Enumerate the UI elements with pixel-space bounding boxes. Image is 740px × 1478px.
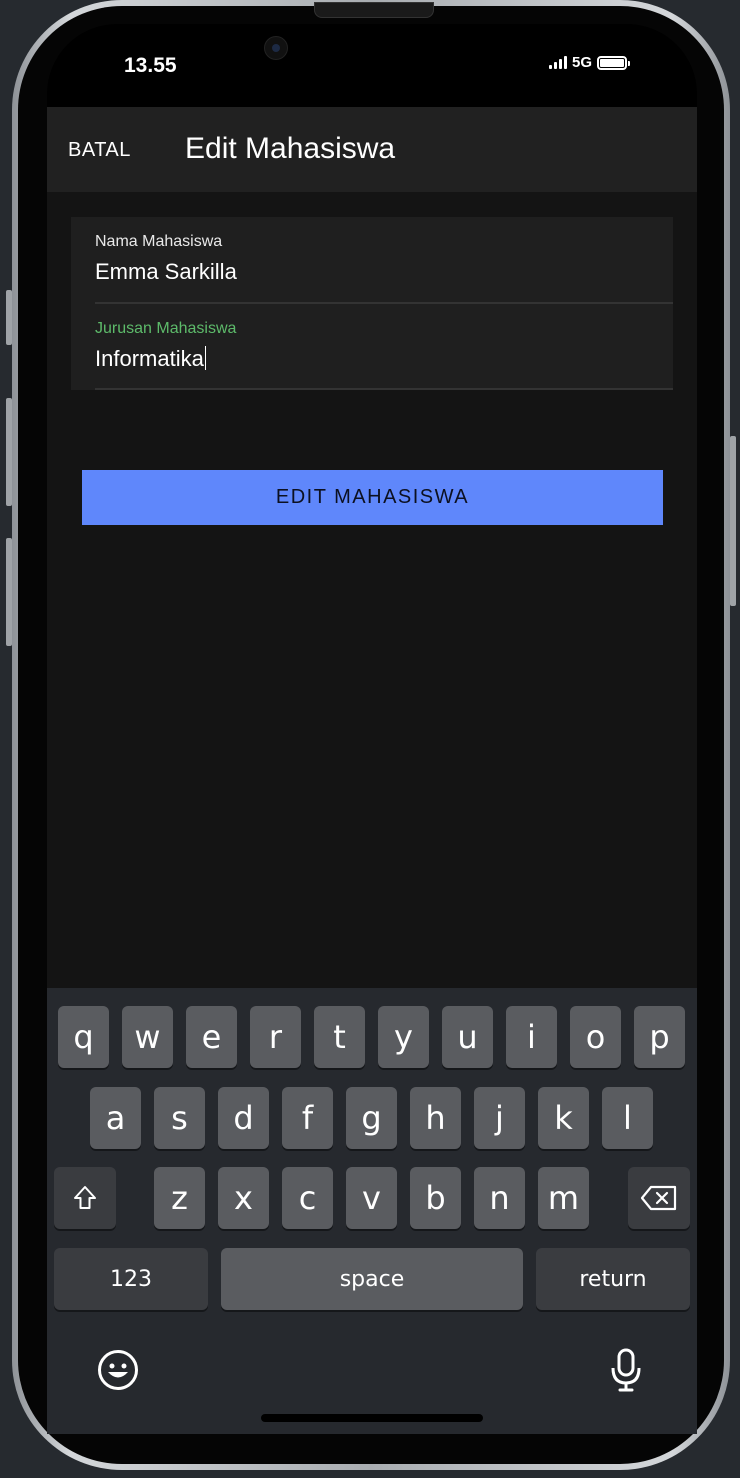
battery-icon <box>597 55 631 70</box>
key-f[interactable]: f <box>282 1087 333 1149</box>
volume-up-button <box>6 398 12 506</box>
front-camera <box>264 36 288 60</box>
major-field-input[interactable]: Informatika <box>95 346 673 372</box>
signal-icon <box>549 56 567 69</box>
key-s[interactable]: s <box>154 1087 205 1149</box>
home-indicator[interactable] <box>261 1414 483 1422</box>
key-a[interactable]: a <box>90 1087 141 1149</box>
key-m[interactable]: m <box>538 1167 589 1229</box>
network-type: 5G <box>572 54 593 71</box>
microphone-icon <box>611 1348 641 1392</box>
page-title: Edit Mahasiswa <box>185 132 396 165</box>
major-field-value: Informatika <box>95 346 204 371</box>
key-v[interactable]: v <box>346 1167 397 1229</box>
edit-mahasiswa-button[interactable]: EDIT MAHASISWA <box>82 470 663 525</box>
app-screen: BATAL Edit Mahasiswa Nama Mahasiswa Emma… <box>47 107 697 988</box>
name-field[interactable]: Nama Mahasiswa Emma Sarkilla <box>95 233 673 285</box>
cancel-button[interactable]: BATAL <box>68 139 131 162</box>
key-y[interactable]: y <box>378 1006 429 1068</box>
key-l[interactable]: l <box>602 1087 653 1149</box>
key-t[interactable]: t <box>314 1006 365 1068</box>
shift-icon <box>74 1186 96 1209</box>
name-field-value[interactable]: Emma Sarkilla <box>95 259 673 285</box>
return-key[interactable]: return <box>536 1248 690 1310</box>
key-x[interactable]: x <box>218 1167 269 1229</box>
name-field-underline <box>95 302 673 304</box>
emoji-button[interactable] <box>96 1348 140 1392</box>
key-c[interactable]: c <box>282 1167 333 1229</box>
key-e[interactable]: e <box>186 1006 237 1068</box>
key-d[interactable]: d <box>218 1087 269 1149</box>
power-button <box>730 436 736 606</box>
key-b[interactable]: b <box>410 1167 461 1229</box>
status-indicators: 5G <box>549 54 631 71</box>
major-field-underline <box>95 388 673 390</box>
key-j[interactable]: j <box>474 1087 525 1149</box>
volume-down-button <box>6 538 12 646</box>
backspace-icon <box>640 1185 677 1211</box>
numbers-key[interactable]: 123 <box>54 1248 208 1310</box>
key-z[interactable]: z <box>154 1167 205 1229</box>
emoji-icon <box>98 1350 138 1390</box>
key-k[interactable]: k <box>538 1087 589 1149</box>
key-p[interactable]: p <box>634 1006 685 1068</box>
key-w[interactable]: w <box>122 1006 173 1068</box>
earpiece-speaker <box>314 2 434 18</box>
status-time: 13.55 <box>124 54 177 77</box>
header-bar: BATAL Edit Mahasiswa <box>47 107 697 192</box>
key-h[interactable]: h <box>410 1087 461 1149</box>
text-caret <box>204 346 207 370</box>
key-u[interactable]: u <box>442 1006 493 1068</box>
dictation-button[interactable] <box>606 1346 646 1394</box>
space-key[interactable]: space <box>221 1248 523 1310</box>
key-r[interactable]: r <box>250 1006 301 1068</box>
backspace-key[interactable] <box>628 1167 690 1229</box>
key-n[interactable]: n <box>474 1167 525 1229</box>
key-i[interactable]: i <box>506 1006 557 1068</box>
key-o[interactable]: o <box>570 1006 621 1068</box>
mute-switch <box>6 290 12 345</box>
shift-key[interactable] <box>54 1167 116 1229</box>
major-field[interactable]: Jurusan Mahasiswa Informatika <box>95 320 673 372</box>
major-field-label: Jurusan Mahasiswa <box>95 320 237 337</box>
key-q[interactable]: q <box>58 1006 109 1068</box>
key-g[interactable]: g <box>346 1087 397 1149</box>
name-field-label: Nama Mahasiswa <box>95 233 223 250</box>
edit-form: Nama Mahasiswa Emma Sarkilla Jurusan Mah… <box>71 217 673 390</box>
